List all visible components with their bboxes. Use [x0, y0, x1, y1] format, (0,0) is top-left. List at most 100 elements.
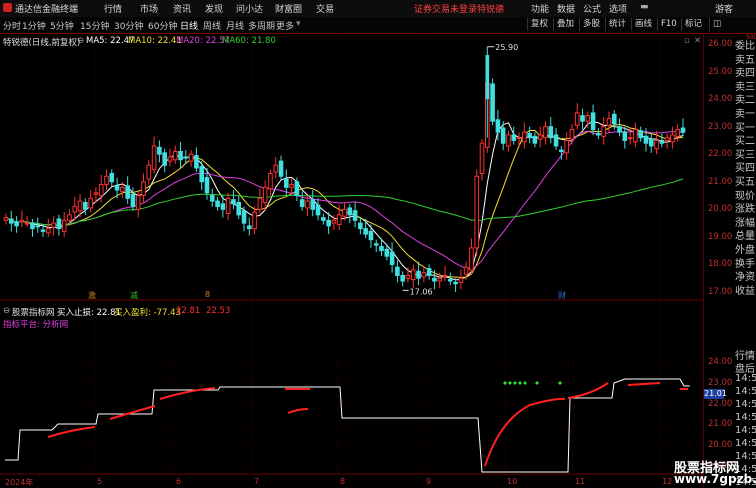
menu-news[interactable]: 资讯	[173, 2, 191, 15]
btn-stats[interactable]: 统计	[605, 18, 629, 31]
menu-data[interactable]: 数据	[557, 2, 575, 15]
candle-body	[627, 137, 633, 140]
event-marker-0: 激	[88, 291, 96, 300]
menu-ask-xiaoda[interactable]: 问小达	[236, 2, 263, 15]
chart-settings-icon[interactable]: ⊖	[77, 36, 84, 46]
candle-body	[162, 152, 167, 166]
period-15min[interactable]: 15分钟	[80, 19, 109, 32]
candle-body	[3, 217, 9, 221]
candle-body	[389, 251, 395, 265]
candle-body	[331, 219, 337, 224]
btn-f10[interactable]: F10	[657, 18, 680, 31]
menu-market-quotes[interactable]: 行情	[104, 2, 122, 15]
candle-body	[643, 135, 649, 144]
candle-body	[24, 222, 30, 225]
menu-discover[interactable]: 发现	[205, 2, 223, 15]
period-60min[interactable]: 60分钟	[148, 19, 177, 32]
menu-wealth-circle[interactable]: 财富圈	[275, 2, 302, 15]
candle-body	[416, 270, 421, 279]
menu-formula[interactable]: 公式	[583, 2, 601, 15]
current-stock-name: 特锐德	[477, 5, 505, 15]
period-tick[interactable]: 分时	[3, 19, 21, 32]
candle-body	[56, 218, 62, 230]
candle-body	[236, 201, 242, 216]
date-tick-1: 5	[97, 477, 103, 486]
period-5min[interactable]: 5分钟	[50, 19, 74, 32]
more-chevron-icon[interactable]: ▾	[296, 19, 301, 29]
trade-login-status[interactable]: 证券交易未登录	[414, 2, 477, 15]
period-daily[interactable]: 日线	[180, 19, 198, 32]
app-logo-icon	[3, 3, 12, 12]
btn-draw[interactable]: 画线	[631, 18, 655, 31]
chart-canvas[interactable]: 25.90 17.06	[0, 33, 756, 487]
candle-body	[352, 210, 358, 221]
candle-body	[485, 55, 490, 100]
menu-function[interactable]: 功能	[531, 2, 549, 15]
candle-body	[188, 153, 194, 162]
ma60-label: MA60: 21.80	[222, 36, 276, 46]
buy-signal-dot	[508, 381, 512, 385]
candle-body	[40, 229, 46, 232]
candle-body	[104, 175, 109, 186]
buy-stop-loss-label: 买入止损: 22.81	[57, 308, 121, 318]
candle-body	[120, 186, 125, 192]
period-monthly[interactable]: 月线	[226, 19, 244, 32]
menu-market[interactable]: 市场	[140, 2, 158, 15]
period-multi[interactable]: 多周期	[248, 19, 275, 32]
candle-body	[384, 248, 390, 257]
candle-body	[146, 164, 152, 180]
event-marker-3: 财	[558, 291, 566, 300]
candle-body	[278, 160, 284, 177]
candle-body	[125, 185, 130, 199]
price-tick-9: 17.00	[708, 287, 733, 297]
candle-body	[559, 149, 564, 152]
candle-body	[46, 228, 51, 234]
btn-mark[interactable]: 标记	[681, 18, 705, 31]
sidebar-divider	[703, 33, 704, 487]
candle-body	[199, 166, 204, 183]
candle-body	[246, 225, 252, 230]
period-more[interactable]: 更多	[276, 19, 294, 32]
candle-body	[83, 201, 88, 210]
menu-options[interactable]: 选项	[609, 2, 627, 15]
candle-body	[157, 146, 162, 155]
window-minimize-icon[interactable]: ▬	[640, 2, 649, 12]
sub-chart-settings-icon[interactable]: ⊖	[3, 306, 10, 316]
sidebar-bottom-7: 14:50	[735, 438, 756, 449]
candle-body	[363, 228, 368, 235]
btn-multi-stock[interactable]: 多股	[579, 18, 603, 31]
main-chart-title: 特锐德(日线,前复权)	[3, 38, 81, 48]
candle-body	[400, 274, 405, 282]
candle-body	[109, 173, 115, 183]
btn-overlay[interactable]: 叠加	[553, 18, 577, 31]
btn-adjust[interactable]: 复权	[527, 18, 551, 31]
period-1min[interactable]: 1分钟	[22, 19, 46, 32]
period-30min[interactable]: 30分钟	[114, 19, 143, 32]
candle-body	[659, 139, 665, 144]
candle-body	[569, 128, 575, 140]
candle-body	[680, 127, 686, 133]
sidebar-bottom-2: 14:50	[735, 373, 756, 384]
candle-body	[585, 115, 591, 122]
stop-loss-segment	[109, 405, 156, 420]
candle-body	[601, 126, 606, 137]
candle-body	[469, 247, 474, 271]
price-tick-0: 26.00	[708, 39, 733, 49]
panel-expand-icon[interactable]: ▫	[684, 36, 690, 46]
candle-body	[51, 222, 56, 228]
candle-body	[453, 281, 458, 285]
menu-trade[interactable]: 交易	[316, 2, 334, 15]
candle-body	[596, 133, 601, 136]
candle-body	[204, 177, 210, 194]
period-weekly[interactable]: 周线	[203, 19, 221, 32]
guest-user[interactable]: 游客	[715, 2, 733, 15]
price-tick-6: 20.00	[708, 204, 733, 215]
sidebar-bottom-5: 14:50	[735, 412, 756, 423]
high-price-label: 25.90	[495, 43, 518, 52]
candle-body	[490, 83, 495, 122]
buy-profit-label: 买入盈利: -77.43	[114, 308, 181, 318]
candle-body	[458, 277, 464, 283]
window-restore-icon[interactable]: ◫	[709, 18, 724, 31]
candle-body	[30, 222, 35, 230]
panel-close-icon[interactable]: ✕	[694, 36, 701, 46]
